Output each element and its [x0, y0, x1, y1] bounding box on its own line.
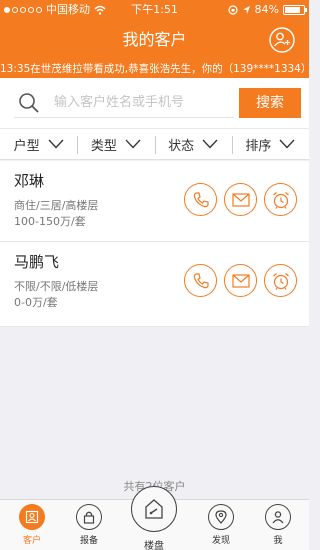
tab-label: 客户 [22, 536, 41, 546]
reminder-button[interactable] [264, 183, 297, 216]
search-icon [19, 92, 39, 113]
chevron-down-icon [202, 139, 218, 149]
filter-label: 状态 [168, 138, 195, 154]
customer-budget: 100-150万/套 [14, 215, 86, 228]
lock-icon [83, 511, 95, 524]
message-button[interactable] [224, 264, 257, 297]
navbar: 我的客户 [0, 20, 309, 60]
reminder-button[interactable] [264, 264, 297, 297]
call-button[interactable] [184, 183, 217, 216]
tab-me[interactable]: 我 [258, 504, 298, 546]
mail-icon [231, 273, 250, 288]
chevron-down-icon [279, 139, 295, 149]
news-ticker: 13:35在世茂维拉带看成功,恭喜张浩先生，你的（139****1334）客户 [0, 63, 309, 75]
tab-label: 楼盘 [144, 541, 164, 550]
tab-label: 发现 [211, 536, 230, 546]
customer-requirements: 商住/三居/高楼层 [14, 199, 99, 212]
building-icon [145, 499, 163, 519]
tab-discover[interactable]: 发现 [201, 504, 241, 546]
call-button[interactable] [184, 264, 217, 297]
tab-bar: 客户 报备 楼盘 发现 我 [0, 486, 309, 550]
search-button[interactable]: 搜索 [239, 88, 301, 118]
phone-icon [193, 191, 209, 207]
tab-customer[interactable]: 客户 [12, 504, 52, 546]
list-item[interactable]: 邓琳 商住/三居/高楼层 100-150万/套 [0, 161, 309, 242]
tab-label: 报备 [79, 536, 98, 546]
filter-layout[interactable]: 户型 [0, 129, 77, 159]
filter-label: 排序 [245, 138, 272, 154]
customer-name: 邓琳 [14, 172, 45, 190]
alarm-clock-icon [272, 272, 289, 290]
chevron-down-icon [48, 139, 64, 149]
search-input[interactable] [54, 95, 224, 110]
filter-label: 类型 [90, 138, 117, 154]
search-box [14, 88, 234, 118]
location-pin-icon [215, 510, 227, 524]
mail-icon [231, 192, 250, 207]
add-customer-button[interactable] [269, 27, 295, 53]
location-icon [242, 6, 250, 14]
status-bar: 中国移动 下午1:51 84% [0, 0, 309, 20]
battery-percent: 84% [254, 3, 279, 16]
filter-sort[interactable]: 排序 [231, 129, 309, 159]
customer-list: 邓琳 商住/三居/高楼层 100-150万/套 马鹏飞 不限/不限/低楼层 0-… [0, 161, 309, 327]
customer-budget: 0-0万/套 [14, 296, 58, 309]
tab-property[interactable] [131, 486, 177, 532]
search-bar: 搜索 [0, 78, 309, 128]
filter-bar: 户型 类型 状态 排序 [0, 128, 309, 160]
lock-rotation-icon [227, 5, 238, 15]
phone-icon [193, 272, 209, 288]
message-button[interactable] [224, 183, 257, 216]
list-item[interactable]: 马鹏飞 不限/不限/低楼层 0-0万/套 [0, 242, 309, 327]
chevron-down-icon [125, 139, 141, 149]
customer-requirements: 不限/不限/低楼层 [14, 280, 99, 293]
tab-label: 我 [273, 536, 283, 546]
alarm-clock-icon [272, 191, 289, 209]
tab-report[interactable]: 报备 [69, 504, 109, 546]
filter-type[interactable]: 类型 [77, 129, 154, 159]
person-icon [272, 511, 284, 524]
filter-status[interactable]: 状态 [154, 129, 232, 159]
add-person-icon [269, 27, 295, 53]
customer-card-icon [25, 510, 39, 524]
filter-label: 户型 [13, 138, 40, 154]
battery-icon [283, 5, 307, 15]
customer-name: 马鹏飞 [14, 253, 60, 271]
page-title: 我的客户 [122, 30, 187, 49]
